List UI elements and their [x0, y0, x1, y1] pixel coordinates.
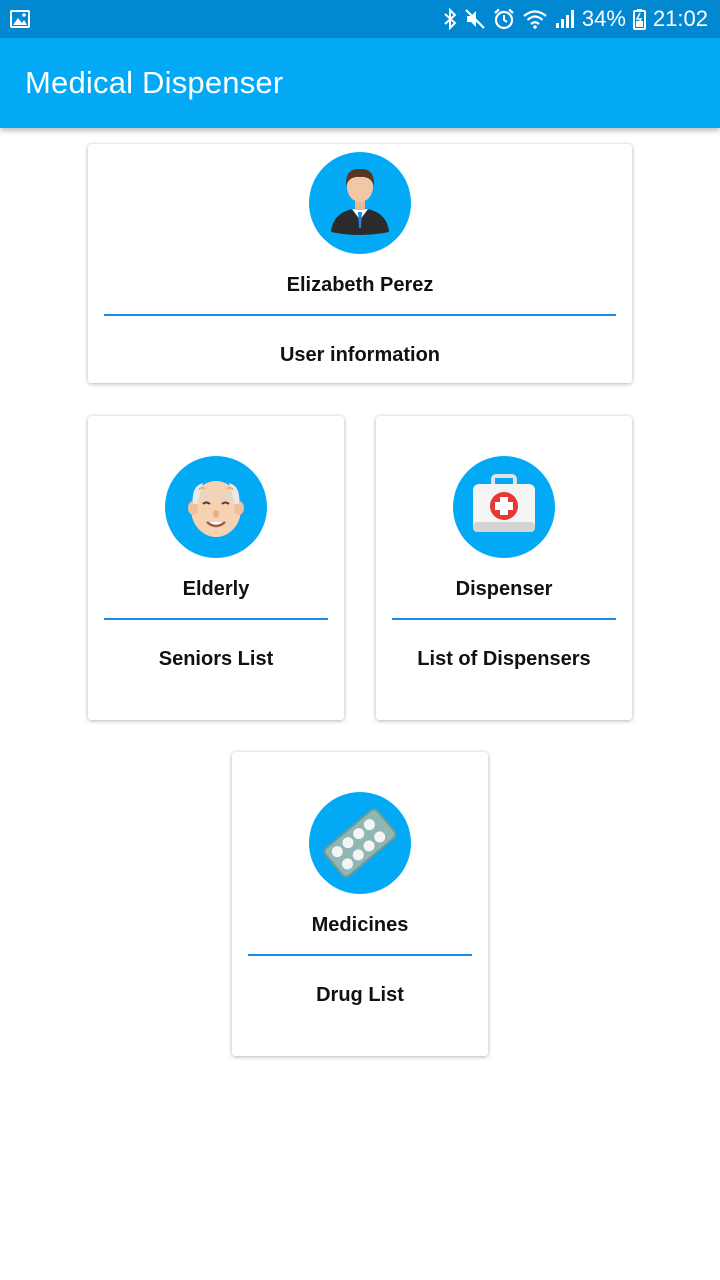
elderly-card[interactable]: Elderly Seniors List: [88, 416, 344, 720]
pill-blister-icon: [309, 792, 411, 894]
image-notification-icon: [10, 10, 30, 28]
divider: [104, 618, 328, 620]
user-avatar-icon: [309, 152, 411, 254]
divider: [392, 618, 616, 620]
medicines-card[interactable]: Medicines Drug List: [232, 752, 488, 1056]
seniors-list-label: Seniors List: [158, 648, 274, 670]
dispenser-title: Dispenser: [455, 578, 553, 600]
first-aid-kit-icon: [453, 456, 555, 558]
drug-list-label: Drug List: [316, 984, 404, 1006]
battery-icon: [632, 8, 646, 30]
medicines-title: Medicines: [311, 914, 409, 936]
divider: [248, 954, 472, 956]
user-name: Elizabeth Perez: [286, 274, 434, 296]
dispenser-card[interactable]: Dispenser List of Dispensers: [376, 416, 632, 720]
app-title: Medical Dispenser: [25, 65, 284, 100]
bluetooth-icon: [443, 8, 457, 30]
clock: 21:02: [652, 6, 708, 31]
user-information-card[interactable]: Elizabeth Perez User information: [88, 144, 632, 383]
user-information-label: User information: [279, 344, 441, 366]
alarm-icon: [493, 8, 515, 30]
wifi-icon: [522, 8, 548, 30]
app-bar: Medical Dispenser: [0, 38, 720, 128]
battery-percent: 34%: [581, 6, 626, 31]
divider: [104, 314, 616, 316]
mute-icon: [464, 8, 486, 30]
elderly-title: Elderly: [182, 578, 250, 600]
signal-icon: [555, 8, 575, 30]
elderly-man-icon: [165, 456, 267, 558]
dispensers-list-label: List of Dispensers: [417, 648, 591, 670]
status-bar: 34% 21:02: [0, 0, 720, 38]
